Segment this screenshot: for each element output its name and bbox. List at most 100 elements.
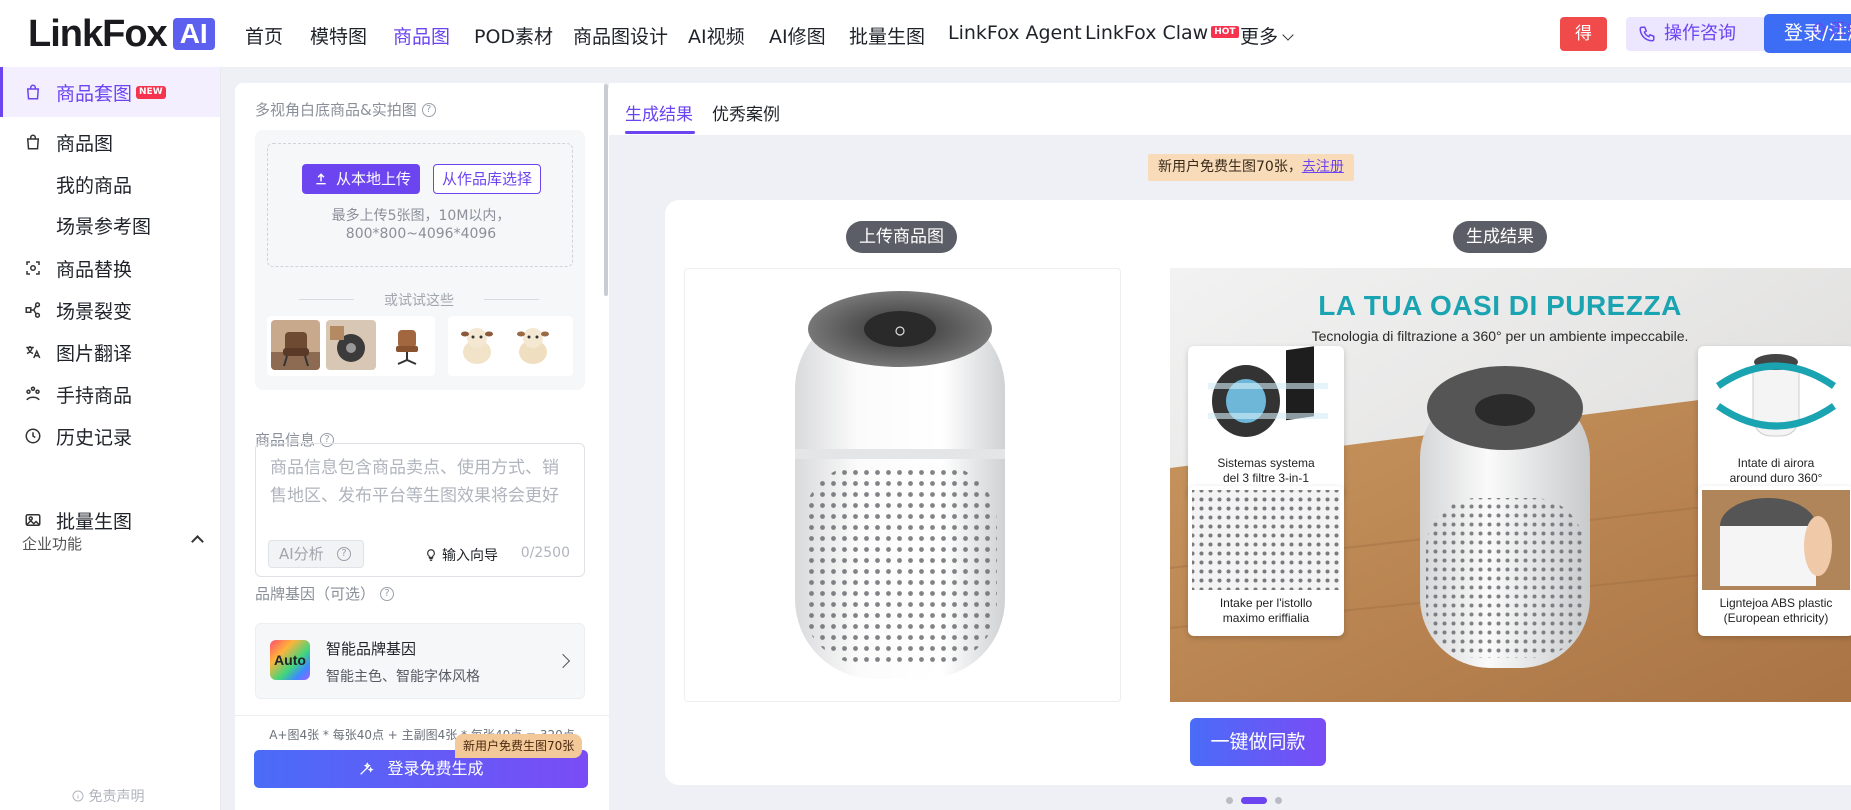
nav-pod[interactable]: POD素材: [474, 22, 553, 49]
help-icon[interactable]: ?: [421, 102, 436, 117]
auto-brand-icon: Auto: [270, 640, 310, 680]
feature-caption-intake: Intake per l'istollo maximo eriffialia: [1219, 596, 1313, 625]
sidebar-item-label: 场景裂变: [56, 300, 133, 323]
upload-label-text: 多视角白底商品&实拍图: [255, 101, 417, 119]
nav-product-image[interactable]: 商品图: [393, 22, 450, 49]
history-link-label: 历史: [1830, 20, 1851, 38]
upload-label: 多视角白底商品&实拍图?: [255, 99, 436, 120]
help-icon[interactable]: ?: [380, 586, 395, 601]
nav-claw-label: LinkFox Claw: [1085, 22, 1209, 44]
nav-agent[interactable]: LinkFox Agent: [948, 22, 1082, 44]
feature-caption-abs: Ligntejoa ABS plastic (European ethricity…: [1719, 596, 1833, 625]
feature-caption-filters: Sistemas systema del 3 filtre 3-in-1: [1217, 456, 1315, 485]
logo[interactable]: LinkFox AI: [28, 12, 215, 55]
nav-more[interactable]: 更多: [1240, 22, 1294, 49]
nav-ai-retouch[interactable]: AI修图: [769, 22, 826, 49]
hot-badge: HOT: [1211, 26, 1239, 38]
sidebar-item-label: 历史记录: [56, 426, 133, 449]
upload-pill: 上传商品图: [846, 221, 957, 253]
sidebar-item-label: 批量生图: [56, 510, 133, 533]
history-icon: [22, 425, 44, 447]
disclaimer-label: 免责声明: [88, 789, 145, 805]
disclaimer-link[interactable]: 免责声明: [72, 786, 144, 806]
nav-home[interactable]: 首页: [245, 22, 283, 49]
sidebar-item-label: 商品套图: [56, 82, 133, 105]
carousel-dot-active[interactable]: [1241, 797, 1267, 804]
magic-wand-icon: [360, 762, 375, 775]
showcase-card: 上传商品图 生成结果 LA TUA OASI DI PUREZZA Tecnol…: [665, 200, 1851, 785]
phone-icon: [1639, 26, 1655, 42]
consult-button[interactable]: 操作咨询: [1626, 17, 1771, 51]
sidebar-item-label: 场景参考图: [56, 215, 152, 238]
register-link[interactable]: 去注册: [1302, 159, 1344, 175]
ai-analyze-button[interactable]: AI分析?: [268, 540, 364, 568]
upload-local-button[interactable]: 从本地上传: [302, 164, 420, 194]
product-info-textarea[interactable]: 商品信息包含商品卖点、使用方式、销售地区、发布平台等生图效果将会更好 AI分析?…: [255, 443, 585, 577]
nav-product-design[interactable]: 商品图设计: [573, 22, 668, 49]
upload-local-label: 从本地上传: [336, 170, 412, 188]
brand-gene-card[interactable]: Auto 智能品牌基因 智能主色、智能字体风格: [255, 623, 585, 699]
carousel-dot[interactable]: [1275, 797, 1282, 804]
divider: [235, 715, 609, 716]
brand-label-text: 品牌基因（可选）: [255, 585, 376, 603]
sample-thumb-plush-cow-2[interactable]: [508, 320, 558, 370]
carousel-dot[interactable]: [1226, 797, 1233, 804]
sample-thumb-chair-wheel[interactable]: [326, 320, 376, 370]
sidebar-item-label: 商品图: [56, 132, 114, 155]
sidebar-item-label: 商品替换: [56, 258, 133, 281]
char-count: 0/2500: [520, 545, 570, 561]
sample-thumb-chair-room[interactable]: [271, 320, 321, 370]
tab-results[interactable]: 生成结果: [625, 100, 693, 125]
make-same-button[interactable]: 一键做同款: [1190, 718, 1326, 766]
sample-group-chairs: [267, 316, 435, 376]
chevron-right-icon: [555, 653, 571, 669]
translate-icon: [22, 341, 44, 363]
history-link[interactable]: 历史: [1812, 18, 1851, 39]
bag-icon: [22, 131, 44, 153]
sidebar-item-label: 我的商品: [56, 174, 133, 197]
upload-icon: [316, 173, 326, 185]
logo-ai-badge: AI: [172, 18, 215, 50]
nav-batch[interactable]: 批量生图: [849, 22, 925, 49]
feature-card-360: Intate di airora around duro 360°: [1698, 346, 1851, 496]
input-guide-label: 输入向导: [442, 548, 498, 564]
sidebar-item-history[interactable]: 历史记录: [0, 411, 220, 461]
nav-claw[interactable]: LinkFox Claw HOT: [1085, 22, 1239, 44]
notice-text: 新用户免费生图70张，: [1158, 159, 1302, 175]
hand-icon: [22, 383, 44, 405]
tab-cases[interactable]: 优秀案例: [712, 100, 780, 125]
info-icon: [72, 790, 84, 802]
sample-thumb-plush-cow-1[interactable]: [452, 320, 502, 370]
upload-size-hint: 800*800~4096*4096: [345, 226, 497, 242]
input-guide-button[interactable]: 输入向导: [424, 545, 498, 565]
poster-title: LA TUA OASI DI PUREZZA: [1318, 290, 1682, 321]
feature-caption-360: Intate di airora around duro 360°: [1729, 456, 1823, 485]
upload-hint: 最多上传5张图，10M以内，: [331, 208, 511, 224]
feature-card-intake: Intake per l'istollo maximo eriffialia: [1188, 486, 1344, 636]
sidebar: 商品套图 NEW 商品图 我的商品 场景参考图 商品替换 场景裂变 图片翻译 手…: [0, 67, 221, 810]
nav-model[interactable]: 模特图: [310, 22, 367, 49]
uploaded-product-image: [684, 268, 1121, 702]
active-tab-indicator: [625, 131, 695, 134]
sidebar-item-label: 手持商品: [56, 384, 133, 407]
upload-dropzone[interactable]: 从本地上传 从作品库选择 最多上传5张图，10M以内， 800*800~4096…: [267, 143, 573, 267]
sidebar-item-label: 图片翻译: [56, 342, 133, 365]
product-info-placeholder: 商品信息包含商品卖点、使用方式、销售地区、发布平台等生图效果将会更好: [270, 458, 559, 506]
nav-ai-video[interactable]: AI视频: [688, 22, 745, 49]
library-select-button[interactable]: 从作品库选择: [433, 164, 541, 194]
logo-text: LinkFox: [28, 12, 168, 55]
form-scrollbar[interactable]: [604, 84, 608, 296]
sidebar-item-product-set[interactable]: 商品套图 NEW: [0, 67, 220, 117]
sidebar-item-batch-generate[interactable]: 批量生图: [0, 495, 220, 545]
sample-thumb-chair-white[interactable]: [381, 320, 431, 370]
bag-icon: [22, 81, 44, 103]
de-button[interactable]: 得: [1560, 17, 1607, 51]
feature-card-abs: Ligntejoa ABS plastic (European ethricity…: [1698, 486, 1851, 636]
poster-subtitle: Tecnologia di filtrazione a 360° per un …: [1311, 328, 1689, 344]
free-credits-badge: 新用户免费生图70张: [455, 734, 583, 758]
try-these-label: 或试试这些: [299, 290, 539, 310]
lightbulb-icon: [427, 549, 435, 561]
brand-label: 品牌基因（可选）?: [255, 583, 395, 604]
help-icon: ?: [337, 547, 351, 561]
feature-card-filters: Sistemas systema del 3 filtre 3-in-1: [1188, 346, 1344, 496]
